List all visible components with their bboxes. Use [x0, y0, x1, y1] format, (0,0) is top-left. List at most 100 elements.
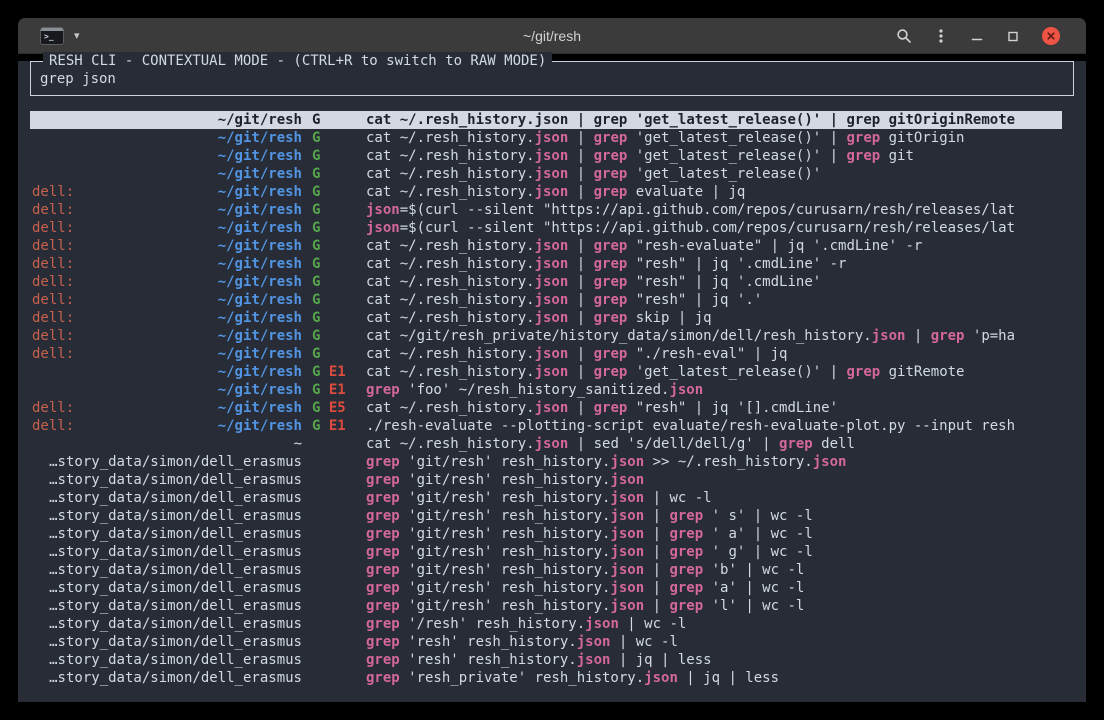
match-highlight: json: [610, 562, 644, 578]
match-highlight: grep: [366, 652, 400, 668]
match-highlight: grep: [366, 634, 400, 650]
history-row[interactable]: …story_data/simon/dell_erasmusgrep 'resh…: [30, 669, 1062, 687]
row-flags: [302, 453, 366, 471]
directory-label: …story_data/simon/dell_erasmus: [49, 669, 302, 687]
directory-label: …story_data/simon/dell_erasmus: [49, 597, 302, 615]
directory-label: ~/git/resh: [218, 417, 302, 435]
directory-label: ~: [294, 435, 302, 453]
match-highlight: grep: [594, 346, 628, 362]
history-row[interactable]: ~/git/reshGcat ~/.resh_history.json | gr…: [30, 129, 1062, 147]
row-context: dell:~/git/resh: [32, 237, 302, 255]
history-row[interactable]: ~/git/reshG E1grep 'foo' ~/resh_history_…: [30, 381, 1062, 399]
menu-button[interactable]: [934, 28, 948, 44]
row-context: dell:~/git/resh: [32, 327, 302, 345]
directory-label: ~/git/resh: [218, 219, 302, 237]
history-row[interactable]: …story_data/simon/dell_erasmus grep 'git/…: [30, 597, 1062, 615]
history-row[interactable]: …story_data/simon/dell_erasmusgrep 'git/…: [30, 525, 1062, 543]
git-flag: G: [312, 184, 320, 200]
git-flag: G: [312, 346, 320, 362]
exit-status-flag: E5: [320, 400, 345, 416]
history-row[interactable]: …story_data/simon/dell_erasmusgrep 'resh…: [30, 633, 1062, 651]
history-row[interactable]: ~/git/reshG E1cat ~/.resh_history.json |…: [30, 363, 1062, 381]
directory-label: …story_data/simon/dell_erasmus: [49, 453, 302, 471]
row-flags: [302, 525, 366, 543]
command-text: cat ~/.resh_history.json | grep 'get_lat…: [366, 129, 1062, 147]
terminal-screen: RESH CLI - CONTEXTUAL MODE - (CTRL+R to …: [18, 61, 1086, 702]
match-highlight: json: [535, 166, 569, 182]
history-row[interactable]: …story_data/simon/dell_erasmusgrep 'git/…: [30, 507, 1062, 525]
history-row[interactable]: ~ cat ~/.resh_history.json | sed 's/dell/…: [30, 435, 1062, 453]
command-text: cat ~/git/resh_private/history_data/simo…: [366, 327, 1062, 345]
history-row[interactable]: dell:~/git/reshGcat ~/.resh_history.json…: [30, 291, 1062, 309]
host-label: dell:: [32, 291, 74, 309]
history-row[interactable]: dell:~/git/reshGcat ~/.resh_history.json…: [30, 309, 1062, 327]
match-highlight: grep: [594, 184, 628, 200]
app-menu-button[interactable]: >_: [40, 27, 64, 45]
directory-label: ~/git/resh: [218, 147, 302, 165]
host-label: dell:: [32, 237, 74, 255]
history-row[interactable]: …story_data/simon/dell_erasmusgrep 'git/…: [30, 471, 1062, 489]
match-highlight: grep: [594, 364, 628, 380]
command-text: grep 'git/resh' resh_history.json | grep…: [366, 597, 1062, 615]
match-highlight: grep: [594, 400, 628, 416]
match-highlight: grep: [594, 112, 628, 128]
command-text: cat ~/.resh_history.json | sed 's/dell/d…: [366, 435, 1062, 453]
history-row[interactable]: …story_data/simon/dell_erasmusgrep 'git/…: [30, 453, 1062, 471]
git-flag: G: [312, 112, 320, 128]
history-row[interactable]: dell:~/git/reshGcat ~/.resh_history.json…: [30, 237, 1062, 255]
directory-label: ~/git/resh: [218, 111, 302, 129]
history-row[interactable]: …story_data/simon/dell_erasmusgrep 'git/…: [30, 579, 1062, 597]
match-highlight: json: [535, 346, 569, 362]
command-text: grep 'git/resh' resh_history.json | grep…: [366, 561, 1062, 579]
history-row[interactable]: dell:~/git/reshG E1./resh-evaluate --plo…: [30, 417, 1062, 435]
search-input[interactable]: grep json: [40, 71, 116, 87]
row-context: …story_data/simon/dell_erasmus: [32, 471, 302, 489]
match-highlight: grep: [366, 562, 400, 578]
row-context: ~: [32, 435, 302, 453]
history-row[interactable]: ~/git/resh Gcat ~/.resh_history.json | gr…: [30, 111, 1062, 129]
history-row[interactable]: dell:~/git/reshGcat ~/.resh_history.json…: [30, 273, 1062, 291]
command-text: cat ~/.resh_history.json | grep 'get_lat…: [366, 111, 1062, 129]
minimize-button[interactable]: [970, 29, 984, 43]
restore-icon: [1006, 29, 1020, 43]
directory-label: …story_data/simon/dell_erasmus: [49, 489, 302, 507]
row-context: ~/git/resh: [32, 129, 302, 147]
command-text: grep 'git/resh' resh_history.json | grep…: [366, 525, 1062, 543]
history-row[interactable]: ~/git/reshGcat ~/.resh_history.json | gr…: [30, 147, 1062, 165]
match-highlight: json: [535, 364, 569, 380]
search-button[interactable]: [896, 28, 912, 44]
restore-button[interactable]: [1006, 29, 1020, 43]
history-row[interactable]: …story_data/simon/dell_erasmusgrep '/res…: [30, 615, 1062, 633]
match-highlight: grep: [366, 616, 400, 632]
row-context: ~/git/resh: [32, 165, 302, 183]
history-row[interactable]: dell:~/git/reshGjson=$(curl --silent "ht…: [30, 201, 1062, 219]
history-row[interactable]: dell:~/git/reshGcat ~/git/resh_private/h…: [30, 327, 1062, 345]
match-highlight: grep: [366, 544, 400, 560]
command-text: ./resh-evaluate --plotting-script evalua…: [366, 417, 1062, 435]
history-row[interactable]: …story_data/simon/dell_erasmusgrep 'git/…: [30, 543, 1062, 561]
match-highlight: grep: [366, 490, 400, 506]
history-row[interactable]: ~/git/reshGcat ~/.resh_history.json | gr…: [30, 165, 1062, 183]
command-text: cat ~/.resh_history.json | grep skip | j…: [366, 309, 1062, 327]
match-highlight: json: [610, 526, 644, 542]
row-flags: G: [302, 327, 366, 345]
history-row[interactable]: dell:~/git/reshGcat ~/.resh_history.json…: [30, 183, 1062, 201]
match-highlight: grep: [594, 148, 628, 164]
row-flags: [302, 489, 366, 507]
directory-label: ~/git/resh: [218, 309, 302, 327]
history-row[interactable]: dell:~/git/reshG E5cat ~/.resh_history.j…: [30, 399, 1062, 417]
close-button[interactable]: [1042, 27, 1060, 45]
host-label: dell:: [32, 183, 74, 201]
git-flag: G: [312, 238, 320, 254]
profile-dropdown-button[interactable]: ▾: [74, 29, 80, 42]
history-row[interactable]: …story_data/simon/dell_erasmusgrep 'git/…: [30, 489, 1062, 507]
history-row[interactable]: dell:~/git/reshGcat ~/.resh_history.json…: [30, 255, 1062, 273]
history-row[interactable]: …story_data/simon/dell_erasmusgrep 'git/…: [30, 561, 1062, 579]
command-text: json=$(curl --silent "https://api.github…: [366, 219, 1062, 237]
history-row[interactable]: dell:~/git/reshGjson=$(curl --silent "ht…: [30, 219, 1062, 237]
row-context: …story_data/simon/dell_erasmus: [32, 579, 302, 597]
search-box[interactable]: RESH CLI - CONTEXTUAL MODE - (CTRL+R to …: [30, 61, 1074, 96]
history-row[interactable]: dell:~/git/reshGcat ~/.resh_history.json…: [30, 345, 1062, 363]
history-row[interactable]: …story_data/simon/dell_erasmusgrep 'resh…: [30, 651, 1062, 669]
command-text: grep 'resh' resh_history.json | wc -l: [366, 633, 1062, 651]
